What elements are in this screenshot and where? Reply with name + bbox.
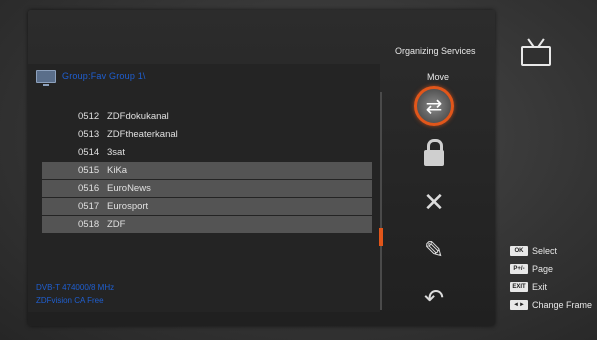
channel-row[interactable]: 0518 ZDF <box>42 216 372 233</box>
delete-icon: ✕ <box>423 186 445 217</box>
scrollbar[interactable] <box>379 92 383 310</box>
channel-row[interactable]: 0513 ZDFtheaterkanal <box>42 126 372 143</box>
channel-number: 0512 <box>78 111 100 122</box>
channel-name: KiKa <box>107 165 128 176</box>
hint-label: Exit <box>532 282 548 292</box>
hint-change-frame: ◄► Change Frame <box>510 297 592 313</box>
hint-label: Page <box>532 264 554 274</box>
hint-label: Select <box>532 246 558 256</box>
tv-icon <box>521 38 551 66</box>
key-hints: OK Select P+/- Page EXIT Exit ◄► Change … <box>510 243 592 315</box>
channel-row[interactable]: 0516 EuroNews <box>42 180 372 197</box>
page-key-icon: P+/- <box>510 264 528 274</box>
channel-name: ZDFtheaterkanal <box>107 129 178 140</box>
rename-icon: ✎ <box>423 236 445 264</box>
channel-row[interactable]: 0514 3sat <box>42 144 372 161</box>
channel-number: 0515 <box>78 165 100 176</box>
channel-number: 0518 <box>78 219 100 230</box>
move-icon: ⇄ <box>414 86 454 126</box>
tv-icon <box>36 69 56 86</box>
channel-number: 0513 <box>78 129 100 140</box>
channel-name: Eurosport <box>107 201 149 212</box>
channel-number: 0517 <box>78 201 100 212</box>
channel-row[interactable]: 0515 KiKa <box>42 162 372 179</box>
rename-button[interactable]: ✎ <box>412 228 456 272</box>
channel-row[interactable]: 0517 Eurosport <box>42 198 372 215</box>
signal-info: DVB-T 474000/8 MHz ZDFvision CA Free <box>36 281 114 307</box>
group-header: Group:Fav Group 1\ <box>36 68 146 86</box>
back-icon: ↶ <box>423 284 445 312</box>
mode-label: Move <box>427 72 450 82</box>
channel-number: 0516 <box>78 183 100 194</box>
lock-icon <box>424 139 444 166</box>
back-button[interactable]: ↶ <box>412 276 456 320</box>
channel-row[interactable]: 0512 ZDFdokukanal <box>42 108 372 125</box>
hint-exit: EXIT Exit <box>510 279 592 295</box>
lock-button[interactable] <box>412 132 456 176</box>
signal-info-line1: DVB-T 474000/8 MHz <box>36 283 115 292</box>
signal-info-line2: ZDFvision CA Free <box>36 296 104 305</box>
hint-label: Change Frame <box>532 300 593 310</box>
channel-list: 0512 ZDFdokukanal 0513 ZDFtheaterkanal 0… <box>42 108 372 234</box>
hint-select: OK Select <box>510 243 592 259</box>
channel-name: ZDF <box>107 219 126 230</box>
move-button[interactable]: ⇄ <box>412 84 456 128</box>
channel-name: 3sat <box>107 147 125 158</box>
delete-button[interactable]: ✕ <box>412 180 456 224</box>
channel-number: 0514 <box>78 147 100 158</box>
scrollbar-thumb[interactable] <box>379 228 383 246</box>
tool-column: ⇄ ✕ ✎ ↶ <box>412 84 462 324</box>
arrows-key-icon: ◄► <box>510 300 528 310</box>
ok-key-icon: OK <box>510 246 528 256</box>
exit-key-icon: EXIT <box>510 282 528 292</box>
channel-name: EuroNews <box>107 183 151 194</box>
channel-name: ZDFdokukanal <box>107 111 169 122</box>
panel-title: Organizing Services <box>395 46 476 56</box>
group-title: Group:Fav Group 1\ <box>62 71 146 81</box>
hint-page: P+/- Page <box>510 261 592 277</box>
